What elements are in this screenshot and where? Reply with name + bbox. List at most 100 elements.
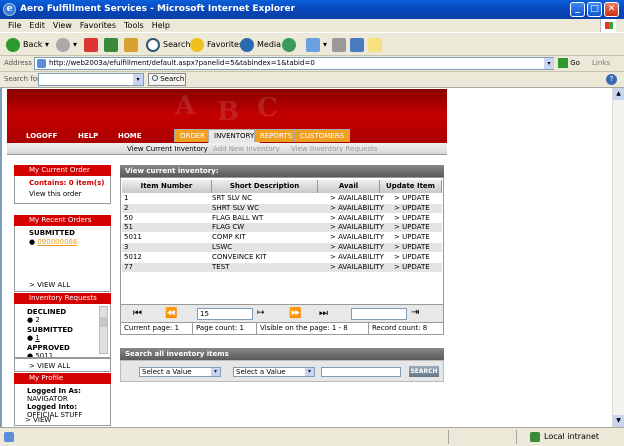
logged-into-label: Logged Into: — [27, 403, 78, 411]
help-link[interactable]: HELP — [78, 132, 98, 140]
stop-button[interactable] — [84, 37, 101, 53]
home-link[interactable]: HOME — [118, 132, 142, 140]
menu-tools[interactable]: Tools — [124, 21, 144, 30]
update-link[interactable]: > UPDATE — [394, 194, 430, 203]
update-link[interactable]: > UPDATE — [394, 214, 430, 223]
scroll-down-icon[interactable]: ▼ — [613, 415, 624, 427]
home-icon — [124, 37, 138, 52]
column-update-item[interactable]: Update Item — [380, 180, 442, 193]
table-row[interactable]: 2 SHRT SLV WC > AVAILABILITY > UPDATE — [122, 203, 442, 213]
address-dropdown[interactable]: ▾ — [544, 58, 554, 69]
page-size-input[interactable]: 15 — [197, 308, 253, 320]
toolbar: Back ▾ ▾ Search Favorites Media ▾ — [0, 32, 624, 56]
recent-orders-view-all[interactable]: > VIEW ALL — [29, 281, 70, 289]
links-label[interactable]: Links — [592, 59, 610, 67]
recent-order-link[interactable]: 090000086 — [37, 238, 77, 246]
subnav-add-new-inventory[interactable]: Add New Inventory — [213, 145, 280, 153]
close-button[interactable]: ✕ — [604, 2, 619, 17]
table-row[interactable]: 3 LSWC > AVAILABILITY > UPDATE — [122, 243, 442, 252]
home-button[interactable] — [124, 37, 141, 53]
prev-page-icon[interactable]: ⏪ — [165, 308, 177, 319]
go-to-page-input[interactable] — [351, 308, 407, 320]
item-number-cell: 5012 — [124, 252, 142, 261]
subnav-view-inventory-requests[interactable]: View Inventory Requests — [291, 145, 378, 153]
next-page-icon[interactable]: ⏩ — [289, 308, 301, 319]
column-avail[interactable]: Avail — [318, 180, 380, 193]
order-item-count: Contains: 0 item(s) — [29, 179, 105, 187]
requests-scrollbar[interactable] — [99, 306, 108, 354]
item-number-cell: 2 — [124, 203, 129, 212]
messenger-button[interactable] — [368, 37, 385, 53]
search-submit-button[interactable]: SEARCH — [409, 366, 439, 377]
back-button[interactable]: Back ▾ — [6, 37, 49, 53]
history-button[interactable] — [282, 37, 299, 53]
address-input[interactable]: http://web2003a/efulfillment/default.asp… — [34, 57, 554, 70]
go-to-page-icon[interactable]: ⇥ — [411, 307, 419, 318]
update-link[interactable]: > UPDATE — [394, 253, 430, 262]
menu-view[interactable]: View — [53, 21, 72, 30]
apply-page-size-icon[interactable]: ↦ — [257, 308, 265, 318]
table-row[interactable]: 51 FLAG CW > AVAILABILITY > UPDATE — [122, 223, 442, 233]
status-bar: Local intranet — [0, 427, 624, 446]
profile-view-link[interactable]: > VIEW — [25, 416, 51, 424]
forward-button[interactable]: ▾ — [56, 37, 77, 53]
refresh-button[interactable] — [104, 37, 121, 53]
update-link[interactable]: > UPDATE — [394, 204, 430, 213]
availability-link[interactable]: > AVAILABILITY — [330, 214, 384, 223]
tab-order[interactable]: ORDER — [174, 129, 212, 142]
table-row[interactable]: 50 FLAG BALL WT > AVAILABILITY > UPDATE — [122, 213, 442, 223]
first-page-icon[interactable]: ⏮ — [133, 308, 142, 319]
tab-customers[interactable]: CUSTOMERS — [294, 129, 351, 142]
scroll-up-icon[interactable]: ▲ — [613, 88, 624, 100]
star-icon — [190, 37, 204, 52]
request-link[interactable]: 1 — [35, 334, 39, 342]
subnav-view-current-inventory[interactable]: View Current Inventory — [127, 145, 208, 153]
availability-link[interactable]: > AVAILABILITY — [330, 233, 384, 242]
search-text-input[interactable] — [321, 367, 401, 377]
record-count-info: Record count: 8 — [372, 324, 428, 332]
search-select-2[interactable]: Select a Value ▾ — [233, 367, 315, 377]
table-row[interactable]: 5011 COMP KIT > AVAILABILITY > UPDATE — [122, 233, 442, 243]
mail-button[interactable]: ▾ — [306, 37, 327, 53]
tab-inventory[interactable]: INVENTORY — [208, 129, 261, 143]
media-button[interactable]: Media — [240, 37, 281, 53]
menu-edit[interactable]: Edit — [29, 21, 45, 30]
table-row[interactable]: 77 TEST > AVAILABILITY > UPDATE — [122, 262, 442, 272]
update-link[interactable]: > UPDATE — [394, 233, 430, 242]
update-link[interactable]: > UPDATE — [394, 223, 430, 232]
favorites-button[interactable]: Favorites — [190, 37, 243, 53]
help-icon[interactable]: ? — [606, 74, 617, 85]
tab-reports[interactable]: REPORTS — [254, 129, 299, 142]
availability-link[interactable]: > AVAILABILITY — [330, 263, 384, 272]
edit-button[interactable] — [350, 37, 367, 53]
banner-letter: A — [175, 91, 196, 121]
column-short-description[interactable]: Short Description — [212, 180, 318, 193]
request-link[interactable]: 2 — [35, 316, 39, 324]
go-button[interactable]: Go — [558, 58, 580, 68]
availability-link[interactable]: > AVAILABILITY — [330, 194, 384, 203]
update-link[interactable]: > UPDATE — [394, 243, 430, 252]
availability-link[interactable]: > AVAILABILITY — [330, 223, 384, 232]
update-link[interactable]: > UPDATE — [394, 263, 430, 272]
availability-link[interactable]: > AVAILABILITY — [330, 253, 384, 262]
search-for-input[interactable]: ▾ — [38, 73, 144, 86]
requests-view-all[interactable]: > VIEW ALL — [15, 359, 110, 370]
maximize-button[interactable]: □ — [587, 2, 602, 17]
view-this-order-link[interactable]: View this order — [15, 187, 110, 198]
print-button[interactable] — [332, 37, 349, 53]
minimize-button[interactable]: _ — [570, 2, 585, 17]
menu-help[interactable]: Help — [152, 21, 170, 30]
logoff-link[interactable]: LOGOFF — [26, 132, 57, 140]
availability-link[interactable]: > AVAILABILITY — [330, 243, 384, 252]
menu-file[interactable]: File — [8, 21, 21, 30]
search-go-button[interactable]: Search — [148, 73, 186, 86]
last-page-icon[interactable]: ⏭ — [319, 308, 328, 319]
availability-link[interactable]: > AVAILABILITY — [330, 204, 384, 213]
menu-favorites[interactable]: Favorites — [80, 21, 116, 30]
table-row[interactable]: 5012 CONVEINCE KIT > AVAILABILITY > UPDATE — [122, 252, 442, 262]
column-item-number[interactable]: Item Number — [122, 180, 212, 193]
table-row[interactable]: 1 SRT SLV NC > AVAILABILITY > UPDATE — [122, 194, 442, 203]
page-scrollbar[interactable]: ▲ ▼ — [612, 88, 624, 427]
search-button[interactable]: Search — [146, 37, 190, 53]
search-select-1[interactable]: Select a Value ▾ — [139, 367, 221, 377]
